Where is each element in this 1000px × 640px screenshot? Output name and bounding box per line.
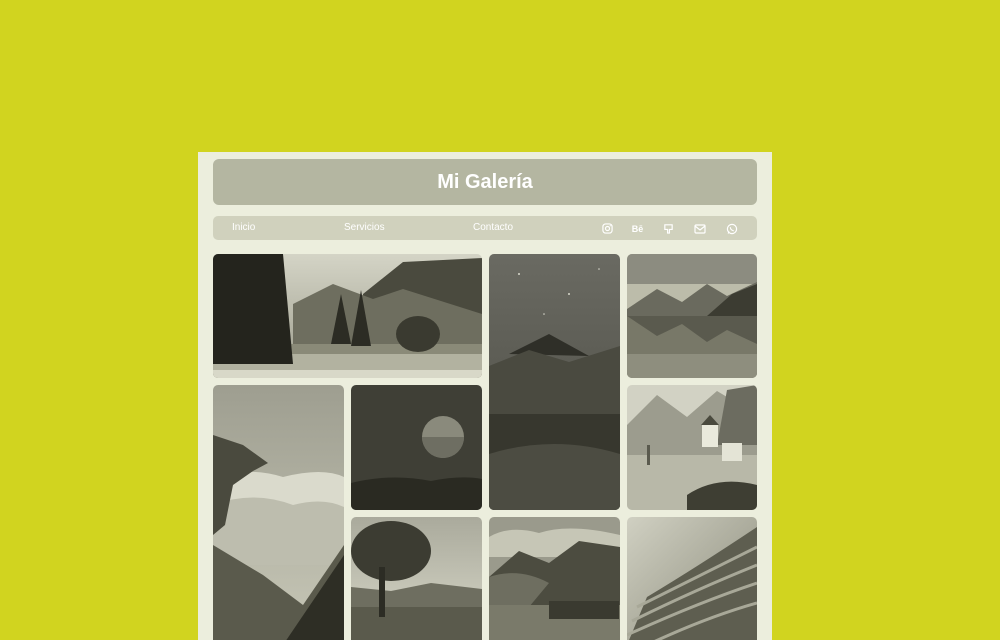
nav-link-servicios[interactable]: Servicios bbox=[344, 222, 385, 233]
gallery-card: Mi Galería Inicio Servicios Contacto Bē bbox=[198, 152, 772, 640]
whatsapp-icon[interactable] bbox=[725, 222, 738, 235]
gallery-image-moon[interactable] bbox=[351, 385, 482, 510]
page-title: Mi Galería bbox=[437, 170, 533, 193]
gallery-image-forest[interactable] bbox=[213, 254, 482, 378]
gallery-image-mountain-river[interactable] bbox=[489, 517, 620, 640]
behance-icon[interactable]: Bē bbox=[631, 222, 644, 235]
gallery-image-starry-valley[interactable] bbox=[489, 254, 620, 510]
instagram-icon[interactable] bbox=[601, 222, 614, 235]
gallery-image-village[interactable] bbox=[627, 385, 757, 510]
github-icon[interactable] bbox=[662, 222, 675, 235]
header-bar: Mi Galería bbox=[213, 159, 757, 205]
gallery-image-mountain-lake[interactable] bbox=[627, 254, 757, 378]
nav-link-inicio[interactable]: Inicio bbox=[232, 222, 255, 233]
nav-link-contacto[interactable]: Contacto bbox=[473, 222, 513, 233]
gallery-image-cliff-clouds[interactable] bbox=[213, 385, 344, 640]
mail-icon[interactable] bbox=[693, 222, 706, 235]
gallery-image-rice-terraces[interactable] bbox=[627, 517, 757, 640]
gallery-image-countryside[interactable] bbox=[351, 517, 482, 640]
nav-bar: Inicio Servicios Contacto Bē bbox=[213, 216, 757, 240]
